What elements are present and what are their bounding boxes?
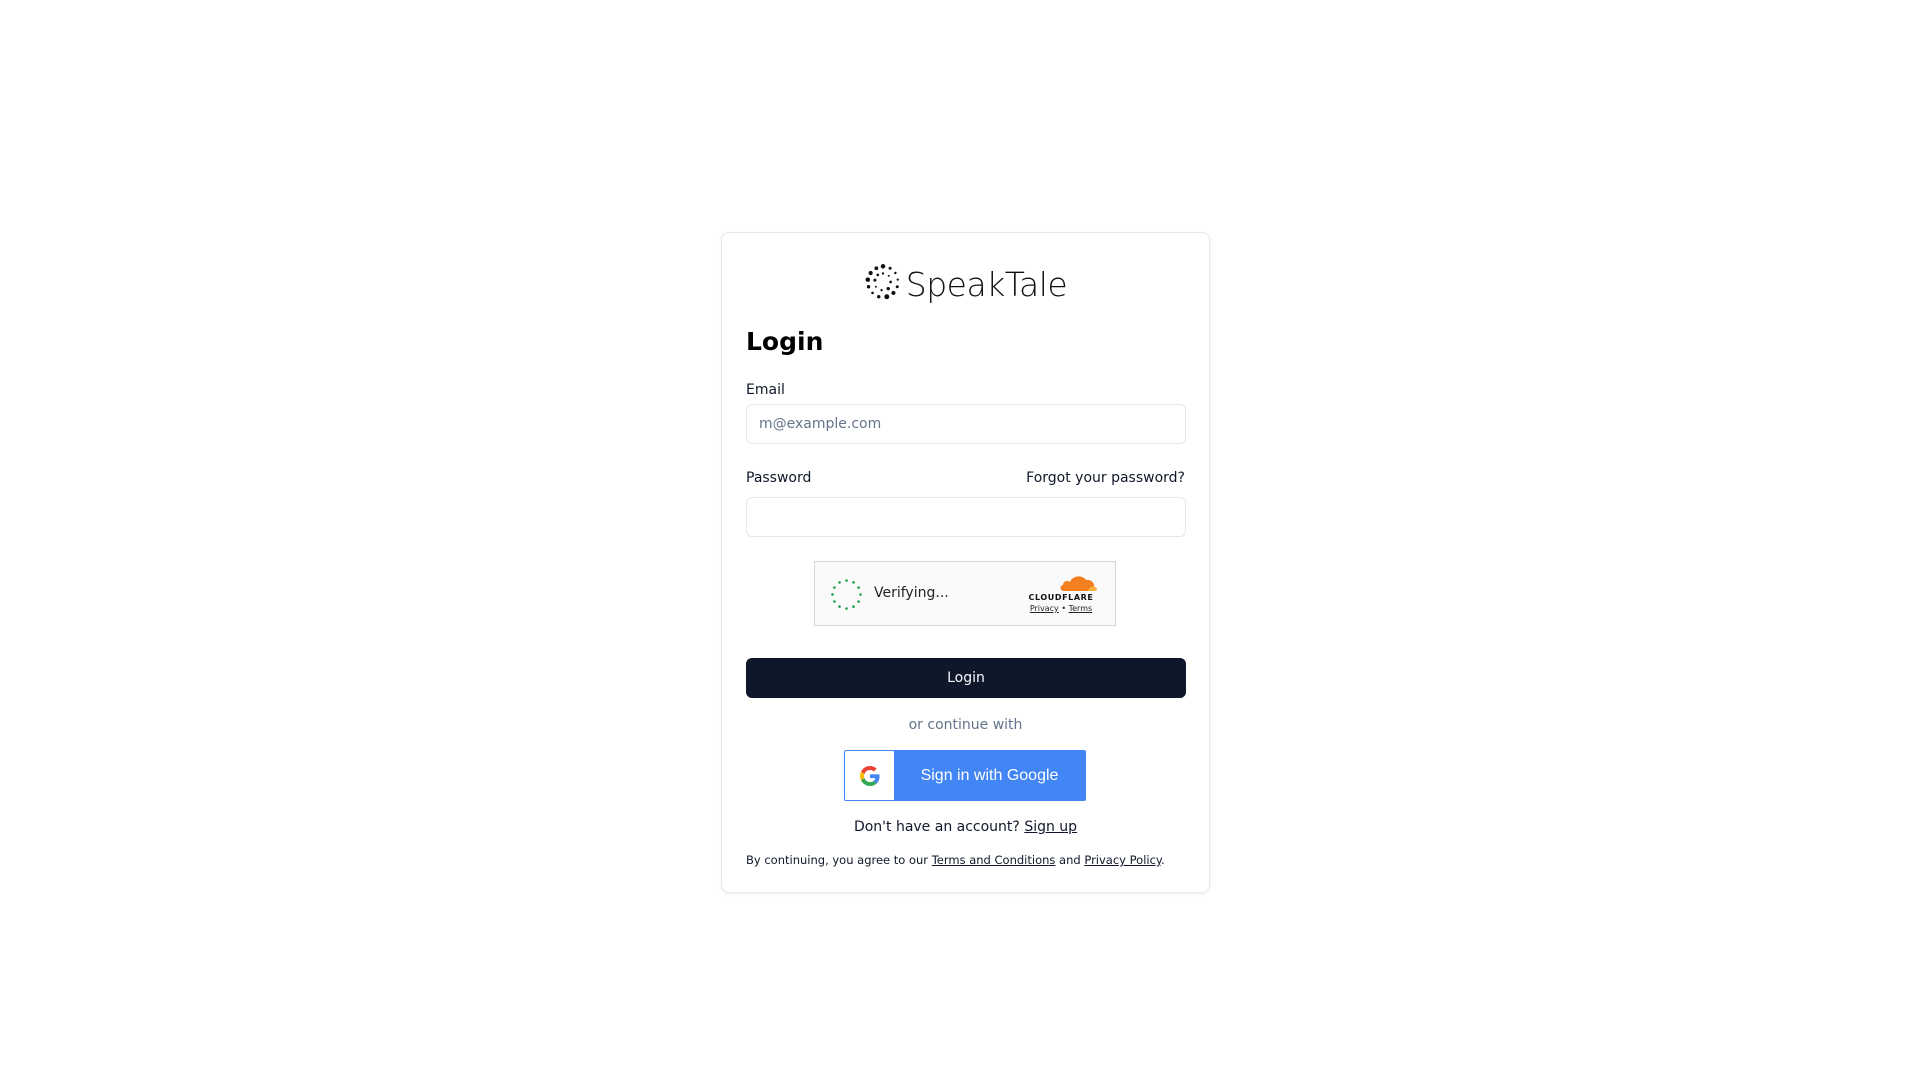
- loading-spinner-icon: [831, 579, 862, 610]
- email-field[interactable]: [746, 404, 1186, 444]
- privacy-policy-link[interactable]: Privacy Policy: [1084, 853, 1161, 867]
- cloudflare-cloud-icon: [1060, 576, 1097, 591]
- login-button[interactable]: Login: [746, 658, 1186, 698]
- legal-suffix: .: [1161, 853, 1165, 867]
- cloudflare-wordmark: CLOUDFLARE: [1028, 593, 1094, 602]
- email-label: Email: [746, 382, 785, 398]
- brand-name: SpeakTale: [905, 264, 1068, 304]
- captcha-links: Privacy • Terms: [1022, 603, 1100, 614]
- captcha-widget[interactable]: Verifying... CLOUDFLARE Privacy • Terms: [814, 561, 1116, 626]
- brand-logo: SpeakTale: [722, 264, 1209, 304]
- signup-prompt-text: Don't have an account?: [853, 819, 1020, 835]
- captcha-status: Verifying...: [874, 585, 949, 601]
- signup-prompt: Don't have an account? Sign up: [722, 819, 1209, 835]
- or-divider-text: or continue with: [908, 717, 1023, 733]
- google-signin-label: Sign in with Google: [920, 766, 1059, 784]
- forgot-password-link[interactable]: Forgot your password?: [1026, 470, 1185, 486]
- captcha-privacy-link[interactable]: Privacy: [1030, 604, 1059, 613]
- google-logo-box: [845, 751, 894, 800]
- page-title: Login: [746, 327, 824, 356]
- captcha-terms-link[interactable]: Terms: [1069, 604, 1093, 613]
- legal-conjunction: and: [1059, 853, 1081, 867]
- terms-link[interactable]: Terms and Conditions: [932, 853, 1056, 867]
- password-field[interactable]: [746, 497, 1186, 537]
- dotted-circle-logo-icon: [864, 263, 902, 305]
- google-g-icon: [859, 765, 880, 786]
- login-card: SpeakTale Login Email Password Forgot yo…: [721, 232, 1210, 893]
- signup-link[interactable]: Sign up: [1024, 819, 1077, 835]
- password-label: Password: [746, 470, 812, 486]
- legal-notice: By continuing, you agree to our Terms an…: [746, 853, 1186, 867]
- google-signin-button[interactable]: Sign in with Google: [844, 750, 1086, 801]
- legal-prefix: By continuing, you agree to our: [746, 853, 929, 867]
- captcha-link-separator: •: [1061, 604, 1067, 613]
- cloudflare-brand: CLOUDFLARE Privacy • Terms: [1022, 573, 1100, 614]
